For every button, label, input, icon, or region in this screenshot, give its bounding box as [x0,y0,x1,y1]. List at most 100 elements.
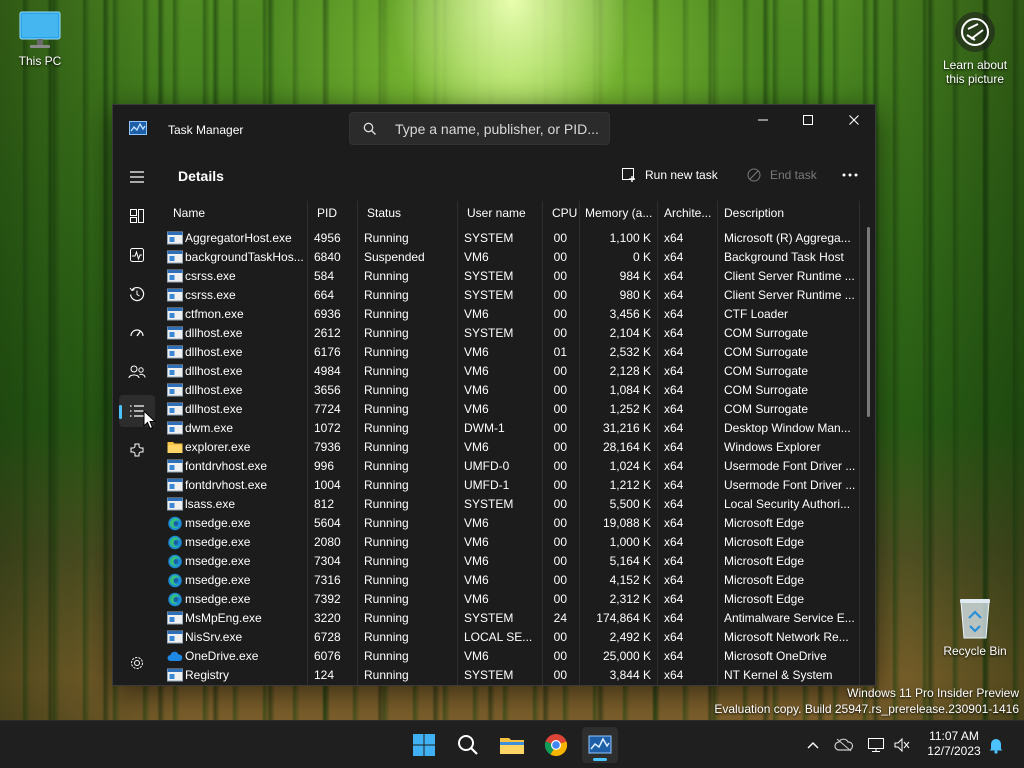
desktop-icon-recycle-bin[interactable]: Recycle Bin [935,596,1015,658]
nav-users[interactable] [119,356,155,388]
desktop-icon-this-pc[interactable]: This PC [0,10,80,68]
edge-icon [167,535,183,550]
nav-startup-apps[interactable] [119,317,155,349]
nav-settings[interactable] [119,647,155,679]
onedrive-tray[interactable] [834,735,854,755]
table-row[interactable]: NisSrv.exe 6728 Running LOCAL SE... 00 2,492 … [163,628,859,647]
column-header-user-name[interactable]: User name [457,201,542,225]
nav-performance[interactable] [119,239,155,271]
cell-pid: 5604 [314,516,341,530]
watermark-line-2: Evaluation copy. Build 25947.rs_prerelea… [714,702,1019,716]
table-row[interactable]: OneDrive.exe 6076 Running VM6 00 25,000 K x64 M… [163,647,859,666]
notifications-button[interactable] [986,735,1006,755]
run-task-icon [622,168,635,182]
nav-app-history[interactable] [119,278,155,310]
learn-about-picture[interactable]: Learn about this picture [936,12,1014,86]
table-row[interactable]: fontdrvhost.exe 996 Running UMFD-0 00 1,024 K… [163,457,859,476]
cell-status: Running [364,326,409,340]
cell-name: msedge.exe [185,535,251,549]
cell-desc: Client Server Runtime ... [724,269,855,283]
cell-cpu: 00 [553,326,567,340]
cell-arch: x64 [664,573,684,587]
cell-cpu: 00 [553,573,567,587]
app-icon [167,364,183,379]
nav-services[interactable] [119,434,155,466]
column-header-memory[interactable]: Memory (a... [575,201,657,225]
taskbar-file-explorer[interactable] [494,727,530,763]
table-row[interactable]: msedge.exe 7392 Running VM6 00 2,312 K x64 Micr… [163,590,859,609]
clock[interactable]: 11:07 AM 12/7/2023 [918,729,990,759]
more-options-button[interactable] [841,163,859,187]
cell-pid: 6840 [314,250,341,264]
cell-name: MsMpEng.exe [185,611,262,625]
table-row[interactable]: dllhost.exe 4984 Running VM6 00 2,128 K x64 COM… [163,362,859,381]
column-divider[interactable] [859,201,860,685]
maximize-button[interactable] [785,105,831,135]
nav-menu[interactable] [119,161,155,193]
nav-processes[interactable] [119,200,155,232]
cell-desc: Microsoft Edge [724,554,805,568]
cell-status: Running [364,535,409,549]
cell-mem: 980 K [619,288,651,302]
column-header-name[interactable]: Name [163,201,307,225]
table-row[interactable]: explorer.exe 7936 Running VM6 00 28,164 K x64 W… [163,438,859,457]
table-row[interactable]: dllhost.exe 6176 Running VM6 01 2,532 K x64 COM… [163,343,859,362]
cell-user: VM6 [464,592,489,606]
table-row[interactable]: csrss.exe 584 Running SYSTEM 00 984 K x64 Clien… [163,267,859,286]
minimize-button[interactable] [740,105,786,135]
column-header-description[interactable]: Description [714,201,859,225]
cell-user: SYSTEM [464,326,514,340]
table-row[interactable]: Registry 124 Running SYSTEM 00 3,844 K x64 NT K… [163,666,859,685]
taskbar: 11:07 AM 12/7/2023 [0,720,1024,768]
start-button[interactable] [406,727,442,763]
run-new-task-button[interactable]: Run new task [621,163,718,187]
column-header-cpu[interactable]: CPU [542,201,577,225]
table-row[interactable]: msedge.exe 2080 Running VM6 00 1,000 K x64 Micr… [163,533,859,552]
table-row[interactable]: AggregatorHost.exe 4956 Running SYSTEM 00 1,1… [163,229,859,248]
table-row[interactable]: dllhost.exe 2612 Running SYSTEM 00 2,104 K x64… [163,324,859,343]
table-row[interactable]: dllhost.exe 7724 Running VM6 00 1,252 K x64 COM… [163,400,859,419]
app-history-icon [129,286,145,302]
table-row[interactable]: backgroundTaskHos... 6840 Suspended VM6 00 0 … [163,248,859,267]
edge-icon [167,573,183,588]
cell-desc: Usermode Font Driver ... [724,478,856,492]
taskbar-chrome[interactable] [538,727,574,763]
table-row[interactable]: msedge.exe 7316 Running VM6 00 4,152 K x64 Micr… [163,571,859,590]
app-icon [167,478,183,493]
cell-pid: 6728 [314,630,341,644]
taskbar-search-button[interactable] [450,727,486,763]
search-input[interactable] [395,120,605,138]
table-row[interactable]: msedge.exe 7304 Running VM6 00 5,164 K x64 Micr… [163,552,859,571]
desktop-icon-label: This PC [18,54,62,68]
table-row[interactable]: ctfmon.exe 6936 Running VM6 00 3,456 K x64 CTF … [163,305,859,324]
table-row[interactable]: lsass.exe 812 Running SYSTEM 00 5,500 K x64 Loc… [163,495,859,514]
cell-cpu: 00 [553,649,567,663]
table-row[interactable]: dllhost.exe 3656 Running VM6 00 1,084 K x64 COM… [163,381,859,400]
cell-arch: x64 [664,250,684,264]
title-bar[interactable]: Task Manager [113,105,875,153]
vertical-scrollbar[interactable] [867,227,870,417]
taskbar-task-manager[interactable] [582,727,618,763]
cell-cpu: 00 [553,440,567,454]
task-manager-icon [129,121,147,135]
cell-name: OneDrive.exe [185,649,259,663]
close-button[interactable] [831,105,875,135]
end-task-button[interactable]: End task [746,163,817,187]
cell-desc: NT Kernel & System [724,668,833,682]
volume-tray[interactable] [892,735,912,755]
table-row[interactable]: MsMpEng.exe 3220 Running SYSTEM 24 174,864 K x… [163,609,859,628]
table-row[interactable]: dwm.exe 1072 Running DWM-1 00 31,216 K x64 Desk… [163,419,859,438]
column-header-architecture[interactable]: Archite... [654,201,718,225]
column-header-status[interactable]: Status [357,201,457,225]
table-row[interactable]: msedge.exe 5604 Running VM6 00 19,088 K x64 Mic… [163,514,859,533]
show-hidden-icons-button[interactable] [803,735,823,755]
cell-arch: x64 [664,459,684,473]
cell-cpu: 00 [553,478,567,492]
column-header-pid[interactable]: PID [307,201,357,225]
start-icon [413,734,435,756]
table-row[interactable]: fontdrvhost.exe 1004 Running UMFD-1 00 1,212 … [163,476,859,495]
cell-name: Registry [185,668,230,682]
search-box[interactable] [349,112,610,145]
table-row[interactable]: csrss.exe 664 Running SYSTEM 00 980 K x64 Clien… [163,286,859,305]
network-tray[interactable] [866,735,886,755]
